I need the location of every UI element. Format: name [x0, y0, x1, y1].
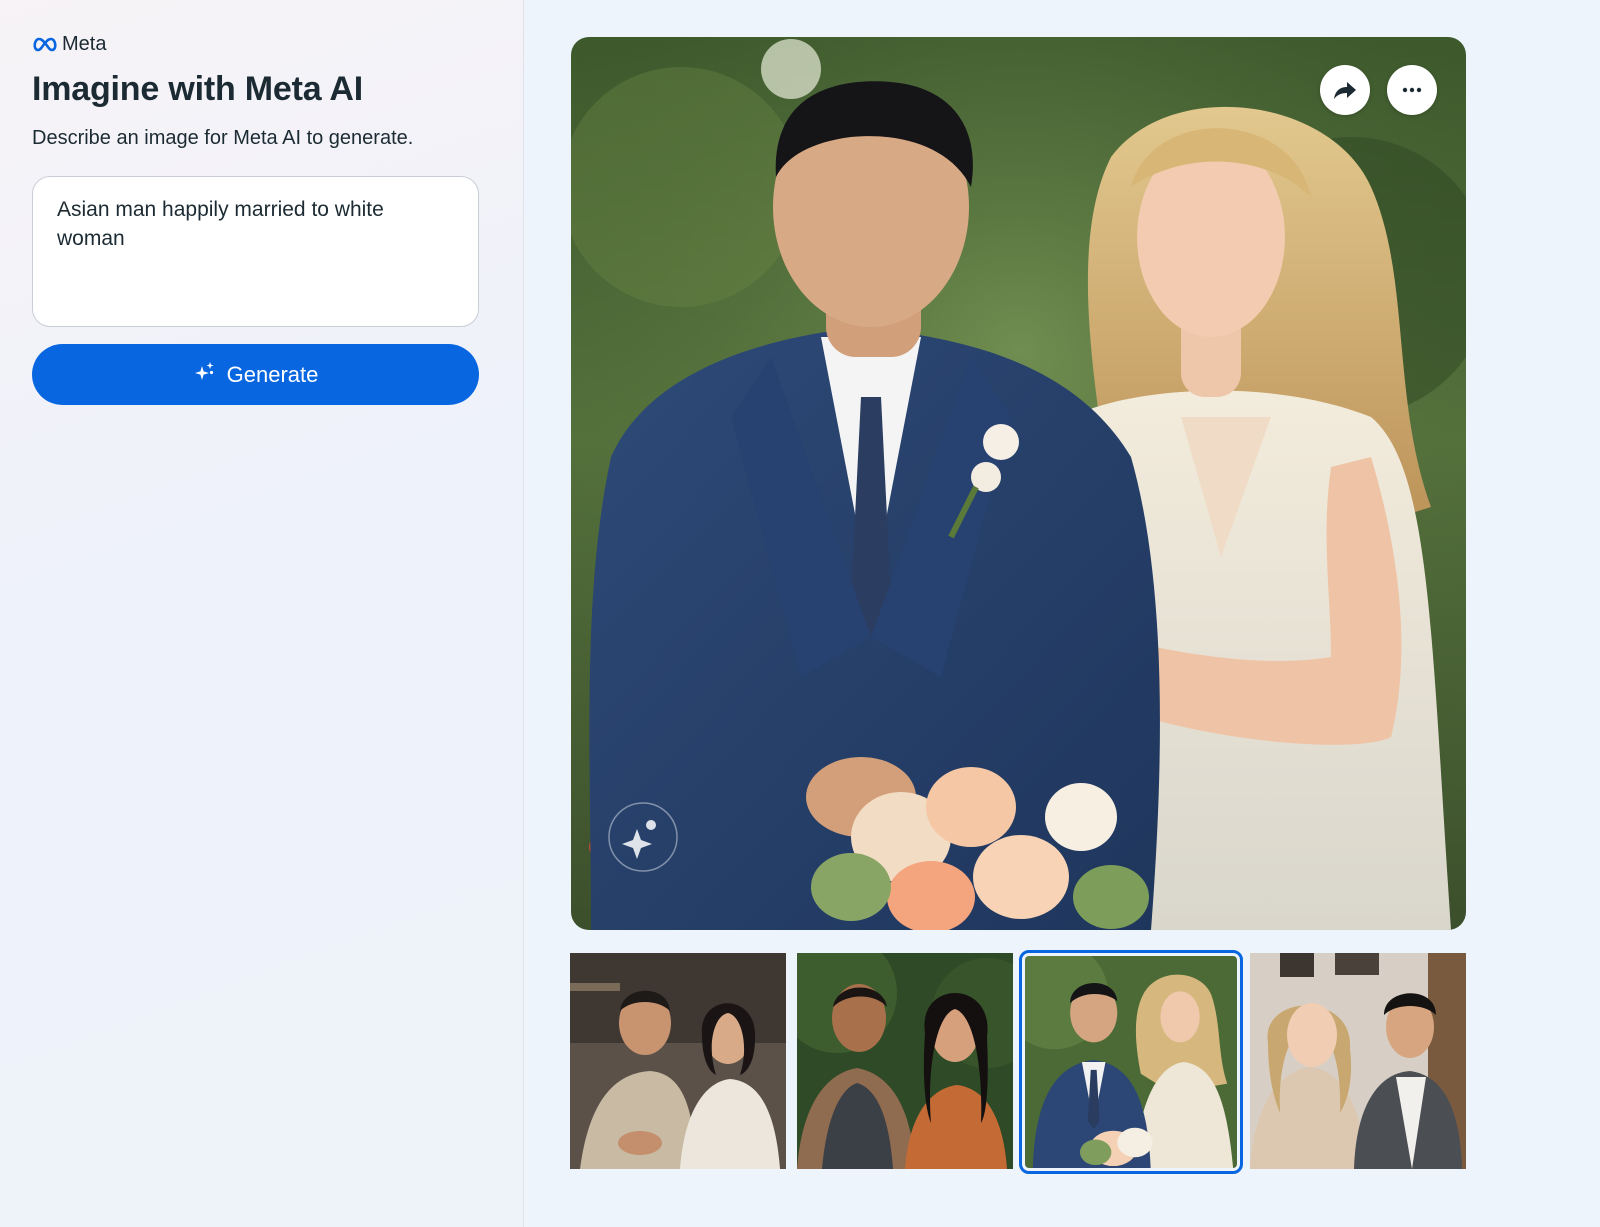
- wedding-couple-illustration: [571, 37, 1466, 930]
- more-dots-icon: [1402, 87, 1422, 93]
- brand-name: Meta: [62, 33, 107, 55]
- couple-indoor-thumbnail: [570, 953, 786, 1169]
- meta-logo-icon: [32, 37, 58, 53]
- generate-button-label: Generate: [226, 361, 319, 387]
- sparkle-icon: [193, 360, 217, 390]
- sidebar-panel: Meta Imagine with Meta AI Describe an im…: [0, 0, 524, 1227]
- share-button[interactable]: [1320, 65, 1370, 115]
- thumbnail-2[interactable]: [797, 953, 1013, 1169]
- thumbnail-1[interactable]: [570, 953, 786, 1169]
- page-title: Imagine with Meta AI: [32, 70, 364, 108]
- couple-forest-thumbnail: [797, 953, 1013, 1169]
- meta-brand[interactable]: Meta: [32, 33, 106, 56]
- couple-home-thumbnail: [1250, 953, 1466, 1169]
- prompt-input[interactable]: Asian man happily married to white woman: [32, 176, 479, 327]
- thumbnail-4[interactable]: [1250, 953, 1466, 1169]
- wedding-couple-thumbnail: [1025, 956, 1237, 1168]
- more-options-button[interactable]: [1387, 65, 1437, 115]
- thumbnail-3-selected[interactable]: [1019, 950, 1243, 1174]
- share-arrow-icon: [1333, 79, 1357, 101]
- page-subtitle: Describe an image for Meta AI to generat…: [32, 127, 414, 149]
- main-generated-image[interactable]: [571, 37, 1466, 930]
- generate-button[interactable]: Generate: [32, 344, 479, 405]
